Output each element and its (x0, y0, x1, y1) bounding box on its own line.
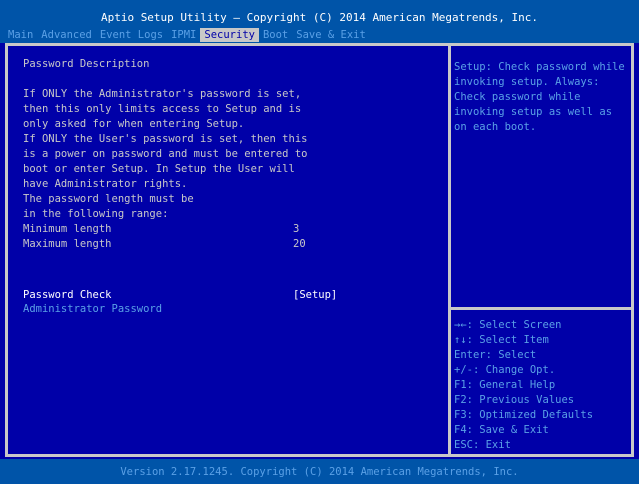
password-check-value[interactable]: [Setup] (293, 288, 337, 302)
description-line: only asked for when entering Setup. (23, 118, 245, 130)
tab-main[interactable]: Main (4, 28, 37, 42)
key-help-select-screen: →←: Select Screen (454, 319, 562, 331)
password-description-heading: Password Description (23, 58, 150, 70)
administrator-password-item[interactable]: Administrator Password (23, 302, 162, 316)
tab-ipmi[interactable]: IPMI (167, 28, 200, 42)
description-line: boot or enter Setup. In Setup the User w… (23, 163, 295, 175)
help-text-line: invoking setup. Always: (454, 76, 600, 88)
min-length-label: Minimum length (23, 223, 112, 235)
tab-event-logs[interactable]: Event Logs (96, 28, 167, 42)
key-help-save-exit: F4: Save & Exit (454, 424, 549, 436)
key-help-enter: Enter: Select (454, 349, 537, 361)
description-line: If ONLY the User's password is set, then… (23, 133, 308, 145)
help-text-line: invoking setup as well as (454, 106, 613, 118)
help-text-line: Setup: Check password while (454, 61, 625, 73)
key-help-previous-values: F2: Previous Values (454, 394, 575, 406)
max-length-value: 20 (293, 238, 306, 250)
help-text-line: Check password while (454, 91, 581, 103)
key-help-esc: ESC: Exit (454, 439, 511, 451)
description-line: then this only limits access to Setup an… (23, 103, 302, 115)
tab-advanced[interactable]: Advanced (37, 28, 96, 42)
min-length-value: 3 (293, 223, 300, 235)
description-line: have Administrator rights. (23, 178, 188, 190)
key-help-change-opt: +/-: Change Opt. (454, 364, 556, 376)
description-line: is a power on password and must be enter… (23, 148, 308, 160)
description-line: The password length must be (23, 193, 194, 205)
key-help-select-item: ↑↓: Select Item (454, 334, 549, 346)
description-line: in the following range: (23, 208, 169, 220)
menu-bar: Main Advanced Event Logs IPMI Security B… (4, 28, 370, 42)
tab-security[interactable]: Security (200, 28, 259, 42)
help-text-line: on each boot. (454, 121, 537, 133)
max-length-label: Maximum length (23, 238, 112, 250)
key-help-optimized-defaults: F3: Optimized Defaults (454, 409, 594, 421)
key-help-general-help: F1: General Help (454, 379, 556, 391)
help-separator (451, 307, 631, 310)
description-line: If ONLY the Administrator's password is … (23, 88, 302, 100)
tab-save-exit[interactable]: Save & Exit (292, 28, 370, 42)
tab-boot[interactable]: Boot (259, 28, 292, 42)
window-title: Aptio Setup Utility – Copyright (C) 2014… (100, 11, 539, 24)
password-check-label[interactable]: Password Check (23, 288, 112, 302)
version-footer: Version 2.17.1245. Copyright (C) 2014 Am… (120, 466, 519, 478)
